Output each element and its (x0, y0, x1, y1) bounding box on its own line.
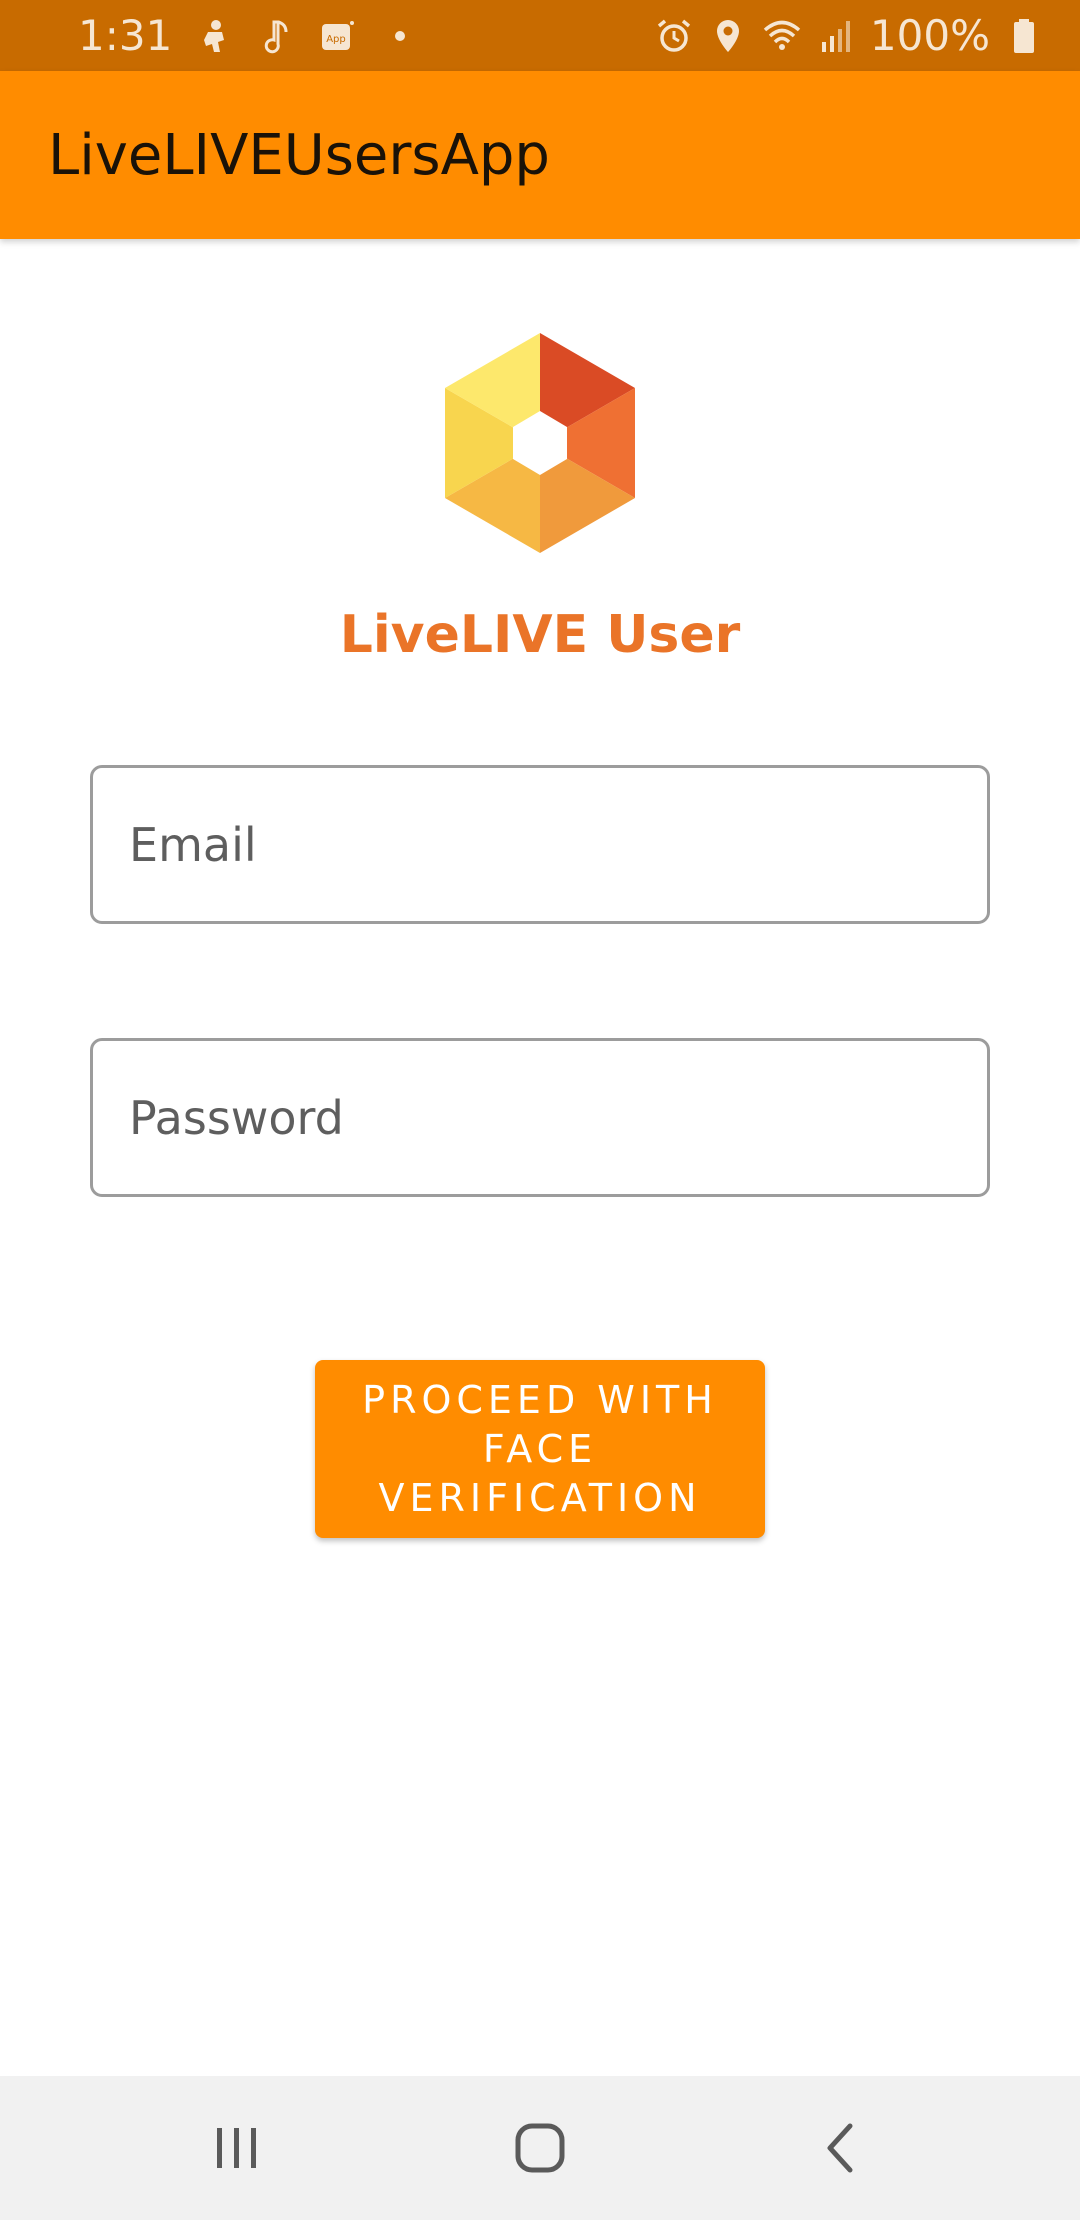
person-icon (194, 16, 234, 56)
app-icon: App (318, 16, 358, 56)
app-title: LiveLIVEUsersApp (48, 122, 550, 188)
app-bar: LiveLIVEUsersApp (0, 71, 1080, 239)
email-field[interactable] (90, 765, 990, 924)
alarm-icon (654, 16, 694, 56)
back-icon (827, 2123, 853, 2173)
brand-title: LiveLIVE User (339, 605, 741, 665)
home-icon (515, 2123, 565, 2173)
svg-text:App: App (327, 34, 347, 45)
password-input[interactable] (93, 1041, 987, 1194)
music-note-icon (256, 16, 296, 56)
email-input[interactable] (93, 768, 987, 921)
dot-icon (380, 16, 420, 56)
status-left: 1:31 App (78, 0, 420, 71)
location-icon (708, 16, 748, 56)
signal-icon (816, 16, 856, 56)
status-bar: 1:31 App 100% (0, 0, 1080, 71)
battery-icon (1004, 16, 1044, 56)
proceed-face-verification-button[interactable]: PROCEED WITH FACE VERIFICATION (315, 1360, 765, 1538)
navigation-bar (0, 2076, 1080, 2220)
aperture-logo-icon (430, 333, 650, 553)
recents-icon (217, 2128, 256, 2168)
app-logo (430, 333, 650, 553)
wifi-icon (762, 16, 802, 56)
status-time: 1:31 (78, 11, 173, 60)
battery-percent: 100% (869, 11, 990, 60)
back-button[interactable] (782, 2076, 902, 2220)
home-button[interactable] (480, 2076, 600, 2220)
proceed-button-label: PROCEED WITH FACE VERIFICATION (362, 1377, 718, 1520)
password-field[interactable] (90, 1038, 990, 1197)
recents-button[interactable] (177, 2076, 297, 2220)
status-right: 100% (654, 0, 1044, 71)
